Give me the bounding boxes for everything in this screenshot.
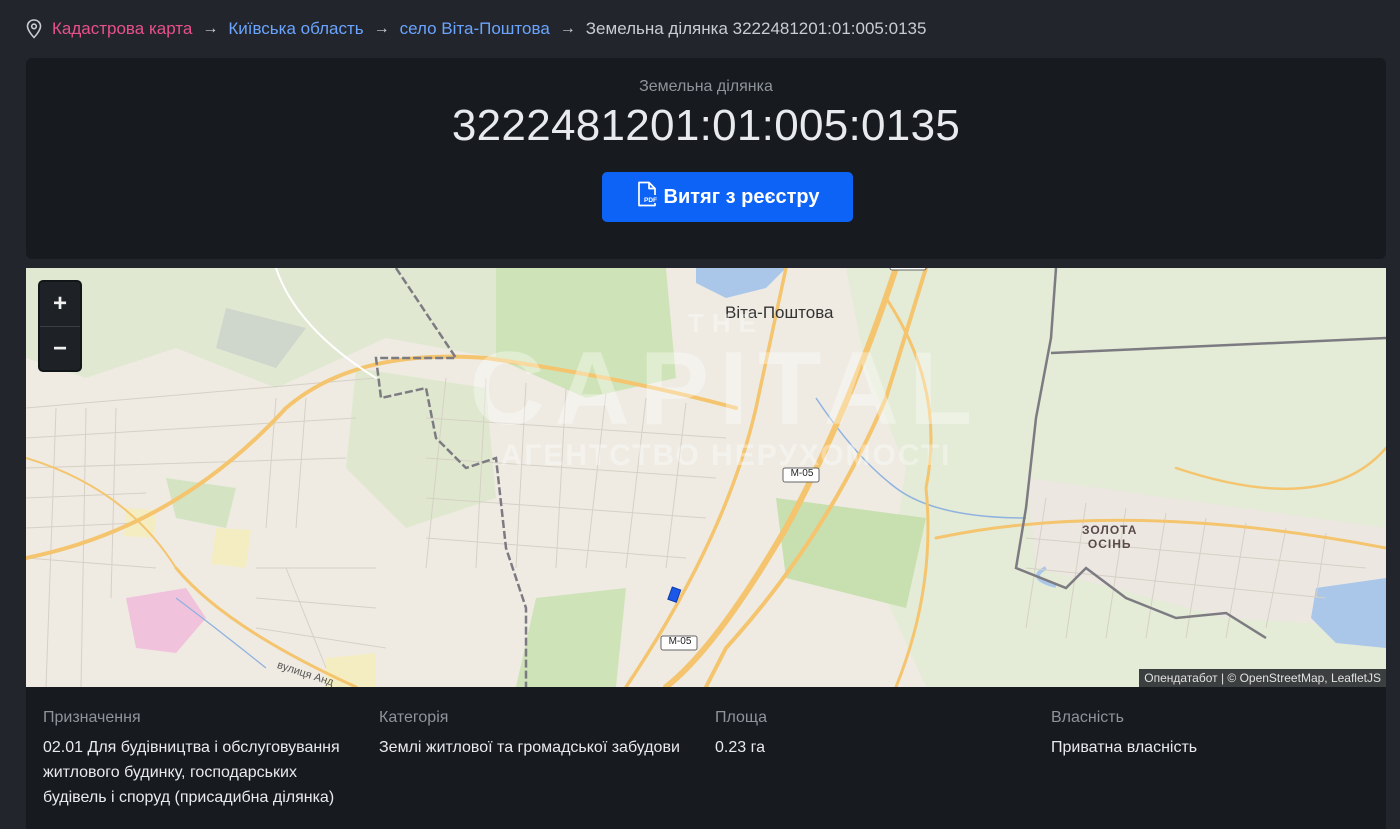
detail-purpose-label: Призначення — [43, 709, 141, 726]
detail-category-label: Категорія — [379, 709, 449, 726]
arrow-right-icon: → — [559, 20, 576, 37]
detail-area-label: Площа — [715, 709, 767, 726]
breadcrumb: Кадастрова карта → Київська область → се… — [26, 17, 926, 41]
watermark-line3: АГЕНТСТВО НЕРУХОМОСТІ — [500, 439, 952, 472]
registry-extract-button[interactable]: PDF Витяг з реєстру — [602, 172, 853, 222]
road-shield-m05-south: М-05 — [668, 636, 692, 647]
map-pin-icon — [26, 19, 42, 39]
detail-ownership-value: Приватна власність — [1051, 739, 1198, 756]
parcel-subtitle: Земельна ділянка — [639, 78, 773, 95]
map-label-village-line2: ОСІНЬ — [1087, 537, 1132, 551]
map-label-village-line1: ЗОЛОТА — [1082, 523, 1138, 537]
arrow-right-icon: → — [202, 20, 219, 37]
pdf-file-icon: PDF — [636, 181, 658, 213]
breadcrumb-item-cadastral-map[interactable]: Кадастрова карта — [52, 19, 192, 39]
map-zoom-control: + − — [38, 280, 82, 372]
detail-category: Категорія Землі житлової та громадської … — [379, 709, 699, 760]
detail-area-value: 0.23 га — [715, 739, 765, 756]
svg-text:PDF: PDF — [644, 197, 657, 204]
cadastral-map[interactable]: Віта-Поштова ЗОЛОТА ОСІНЬ М-05 М-05 вули… — [26, 268, 1386, 687]
breadcrumb-item-village[interactable]: село Віта-Поштова — [400, 19, 550, 39]
parcel-header: Земельна ділянка 3222481201:01:005:0135 … — [26, 58, 1386, 259]
arrow-right-icon: → — [373, 20, 390, 37]
map-attribution[interactable]: Опендатабот | © OpenStreetMap, LeafletJS — [1139, 669, 1386, 687]
breadcrumb-item-current: Земельна ділянка 3222481201:01:005:0135 — [585, 19, 927, 38]
detail-area: Площа 0.23 га — [715, 709, 1035, 760]
map-label-village: ЗОЛОТА ОСІНЬ — [1082, 523, 1137, 551]
parcel-details: Призначення 02.01 Для будівництва і обсл… — [26, 687, 1386, 829]
registry-extract-label: Витяг з реєстру — [663, 185, 820, 208]
detail-ownership: Власність Приватна власність — [1051, 709, 1371, 760]
watermark: THE CAPITAL АГЕНТСТВО НЕРУХОМОСТІ — [406, 308, 1046, 473]
parcel-cadastral-number: 3222481201:01:005:0135 — [451, 101, 961, 150]
detail-ownership-label: Власність — [1051, 709, 1124, 726]
watermark-line2: CAPITAL — [469, 331, 983, 447]
zoom-out-button[interactable]: − — [40, 327, 80, 370]
detail-purpose-value: 02.01 Для будівництва і обслуговування ж… — [43, 739, 340, 806]
zoom-in-button[interactable]: + — [40, 282, 80, 327]
detail-purpose: Призначення 02.01 Для будівництва і обсл… — [43, 709, 363, 810]
detail-category-value: Землі житлової та громадської забудови — [379, 739, 680, 756]
breadcrumb-item-region[interactable]: Київська область — [228, 19, 363, 39]
